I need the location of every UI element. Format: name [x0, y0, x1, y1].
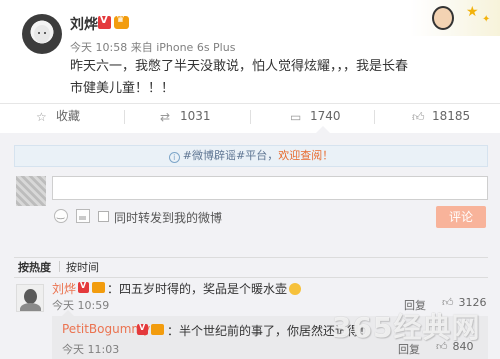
smile-emoji-icon [289, 283, 302, 295]
like-count: 18185 [432, 109, 471, 123]
thumbs-up-icon: 👍︎ [412, 109, 425, 124]
star-outline-icon: ☆ [36, 109, 47, 124]
verified-icon [98, 15, 111, 29]
panel-pointer [316, 126, 330, 133]
comment-avatar[interactable] [16, 284, 44, 312]
avatar-eye [38, 32, 40, 34]
comment-count: 1740 [310, 109, 341, 123]
post-author[interactable]: 刘烨 [70, 14, 98, 34]
notice-prefix: #微博辟谣#平台， [182, 149, 279, 162]
divider [250, 110, 251, 124]
avatar-head [24, 289, 37, 304]
repost-checkbox-label[interactable]: 同时转发到我的微博 [114, 209, 222, 226]
action-bar: ☆ 收藏 ⇄ 1031 ▭ 1740 👍︎ 18185 [0, 103, 500, 129]
decoration-cartoon-icon: ★ ✦ [410, 0, 500, 36]
avatar-eye [44, 32, 46, 34]
rumor-notice[interactable]: i #微博辟谣#平台，欢迎查阅！ [14, 145, 488, 167]
divider [14, 257, 488, 258]
like-button[interactable]: 👍︎ 18185 [412, 104, 470, 130]
divider [124, 110, 125, 124]
notice-link[interactable]: 欢迎查阅！ [278, 149, 333, 162]
info-icon: i [168, 152, 180, 163]
comment-icon: ▭ [290, 109, 302, 124]
cartoon-head [432, 6, 454, 30]
avatar-face [34, 25, 50, 43]
verified-icon [137, 323, 148, 335]
divider [14, 277, 488, 278]
comment-author[interactable]: 刘烨 [52, 280, 76, 297]
star-icon: ★ [466, 4, 479, 20]
favorite-button[interactable]: ☆ 收藏 [36, 104, 80, 130]
repost-icon: ⇄ [160, 109, 171, 124]
sort-by-hot-tab[interactable]: 按热度 [18, 259, 51, 275]
vip-crown-icon [92, 282, 105, 293]
post-text: 昨天六一，我憋了半天没敢说，怕人觉得炫耀，，，我是长春市健美儿童！！！ [70, 59, 409, 96]
image-icon[interactable] [76, 209, 90, 223]
weibo-post-screen: 刘烨 今天 10:58 来自 iPhone 6s Plus 昨天六一，我憋了半天… [0, 0, 500, 359]
divider [59, 261, 60, 272]
reply-time: 今天 11:03 [62, 343, 120, 356]
verified-icon [78, 281, 89, 293]
emoji-icon[interactable] [54, 209, 68, 223]
comment-input[interactable] [52, 176, 488, 200]
vip-crown-icon [114, 14, 129, 29]
post-meta: 今天 10:58 来自 iPhone 6s Plus [70, 41, 236, 54]
comment-text: ：四五岁时得的，奖品是个暖水壶 [107, 282, 288, 296]
comment-text-row: ：四五岁时得的，奖品是个暖水壶 [107, 280, 302, 297]
divider [374, 110, 375, 124]
vip-crown-icon [151, 324, 164, 335]
avatar-body [20, 303, 41, 311]
submit-comment-button[interactable]: 评论 [436, 206, 486, 228]
favorite-label: 收藏 [56, 109, 81, 123]
author-avatar[interactable] [22, 14, 62, 54]
sort-by-time-tab[interactable]: 按时间 [66, 259, 99, 275]
my-avatar [16, 176, 46, 206]
repost-checkbox[interactable] [98, 211, 109, 222]
repost-count: 1031 [180, 109, 211, 123]
site-watermark: 365经典网 [332, 311, 481, 344]
comment-time: 今天 10:59 [52, 299, 110, 312]
repost-button[interactable]: ⇄ 1031 [160, 104, 211, 130]
star-icon: ✦ [482, 14, 491, 25]
